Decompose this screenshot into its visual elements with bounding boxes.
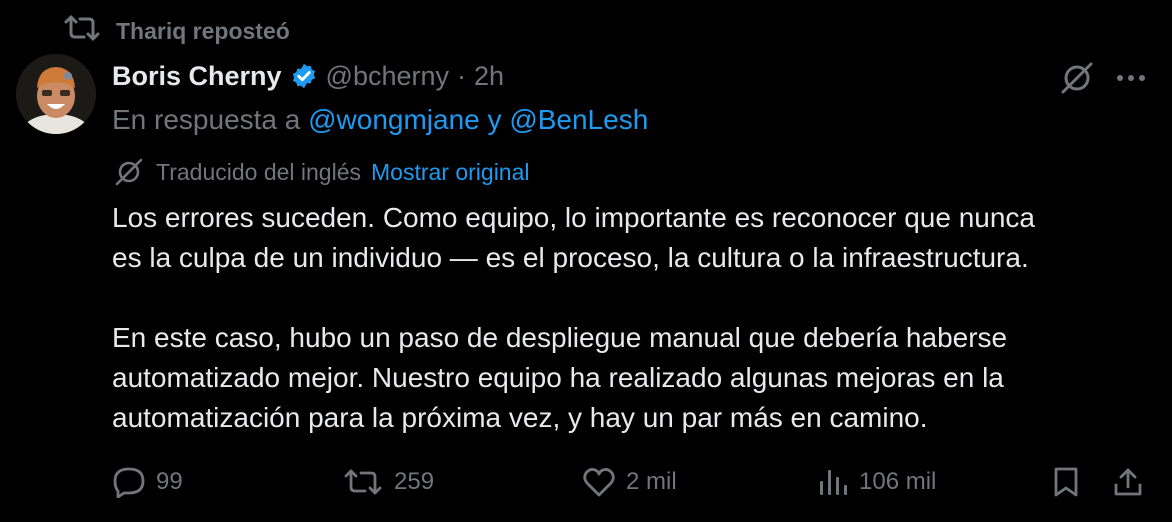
translated-label: Traducido del inglés	[156, 158, 361, 185]
mention-link[interactable]: @wongmjane	[308, 104, 480, 135]
tweet-text-line: es la culpa de un individuo — es el proc…	[112, 242, 1029, 273]
top-actions	[1058, 58, 1146, 98]
tweet[interactable]: Thariq reposteó Boris Cherny @bcherny · …	[0, 0, 1172, 522]
retweet-count: 259	[394, 468, 435, 495]
mention-link[interactable]: @BenLesh	[509, 104, 648, 135]
more-options-icon[interactable]	[1116, 73, 1146, 83]
translate-icon	[112, 155, 146, 189]
translation-bar: Traducido del inglés Mostrar original	[112, 156, 530, 188]
bookmark-button[interactable]	[1052, 466, 1080, 498]
retweet-icon	[62, 13, 102, 49]
repost-indicator[interactable]: Thariq reposteó	[62, 14, 290, 48]
reply-icon	[112, 466, 146, 498]
author-handle[interactable]: @bcherny	[326, 61, 449, 92]
show-original-link[interactable]: Mostrar original	[371, 159, 530, 186]
reply-prefix: En respuesta a	[112, 104, 301, 135]
verified-badge-icon[interactable]	[290, 62, 318, 90]
reply-count: 99	[156, 468, 183, 495]
views-chart-icon	[817, 467, 849, 497]
separator-dot: ·	[457, 60, 467, 91]
like-count: 2 mil	[626, 468, 677, 495]
reply-button[interactable]: 99	[112, 466, 183, 498]
like-button[interactable]: 2 mil	[582, 466, 677, 498]
views-button[interactable]: 106 mil	[817, 467, 936, 497]
retweet-button[interactable]: 259	[342, 467, 434, 497]
author-name[interactable]: Boris Cherny	[112, 61, 282, 92]
retweet-icon	[342, 467, 384, 497]
tweet-header: Boris Cherny @bcherny · 2h	[112, 56, 504, 96]
tweet-text-line: Los errores suceden. Como equipo, lo imp…	[112, 202, 1035, 233]
tweet-text: Los errores suceden. Como equipo, lo imp…	[112, 198, 1142, 438]
bookmark-icon	[1052, 466, 1080, 498]
mention-conjunction: y	[487, 104, 502, 135]
share-icon	[1112, 466, 1144, 498]
avatar[interactable]	[16, 54, 96, 134]
tweet-text-line: automatizado mejor. Nuestro equipo ha re…	[112, 362, 1004, 393]
action-bar: 99 259 2 mil 106 mil	[112, 460, 1148, 504]
views-count: 106 mil	[859, 468, 937, 495]
reply-context: En respuesta a @wongmjane y @BenLesh	[112, 104, 648, 136]
repost-label: Thariq reposteó	[116, 17, 290, 44]
grok-translate-icon[interactable]	[1058, 59, 1096, 97]
heart-icon	[582, 466, 616, 498]
tweet-time[interactable]: 2h	[474, 61, 504, 92]
tweet-text-line: automatización para la próxima vez, y ha…	[112, 402, 928, 433]
share-button[interactable]	[1112, 466, 1144, 498]
tweet-text-line: En este caso, hubo un paso de despliegue…	[112, 322, 1008, 353]
